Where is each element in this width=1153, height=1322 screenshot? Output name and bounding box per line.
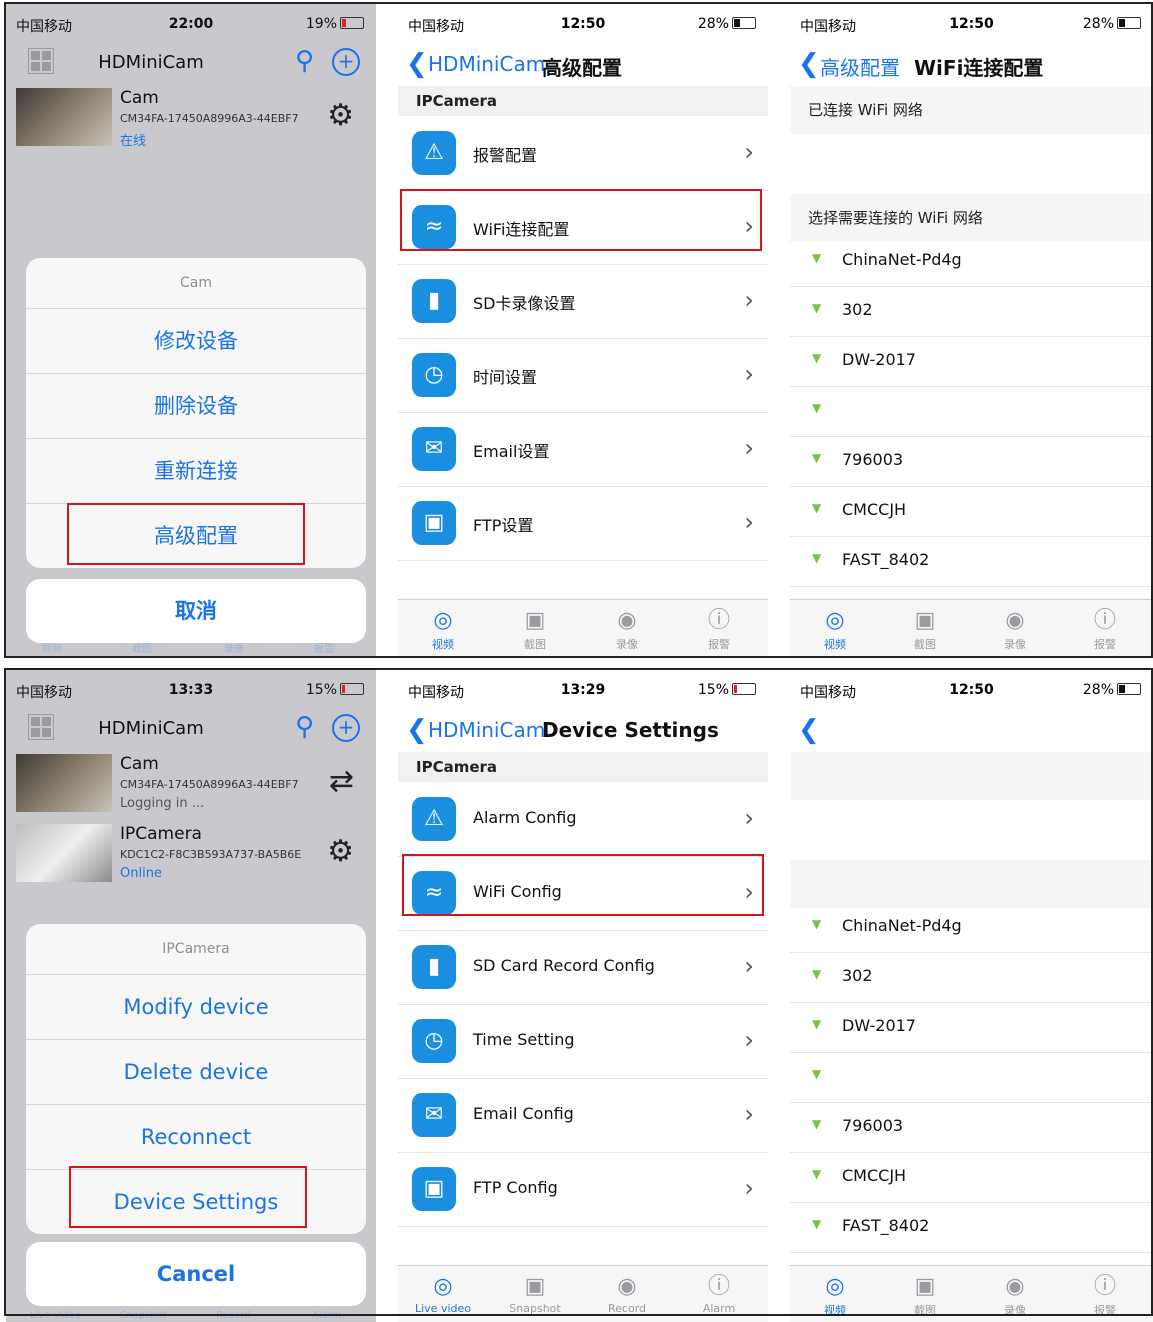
frame-bottom-row: [4, 668, 1153, 1316]
frame-top-row: [4, 2, 1153, 658]
